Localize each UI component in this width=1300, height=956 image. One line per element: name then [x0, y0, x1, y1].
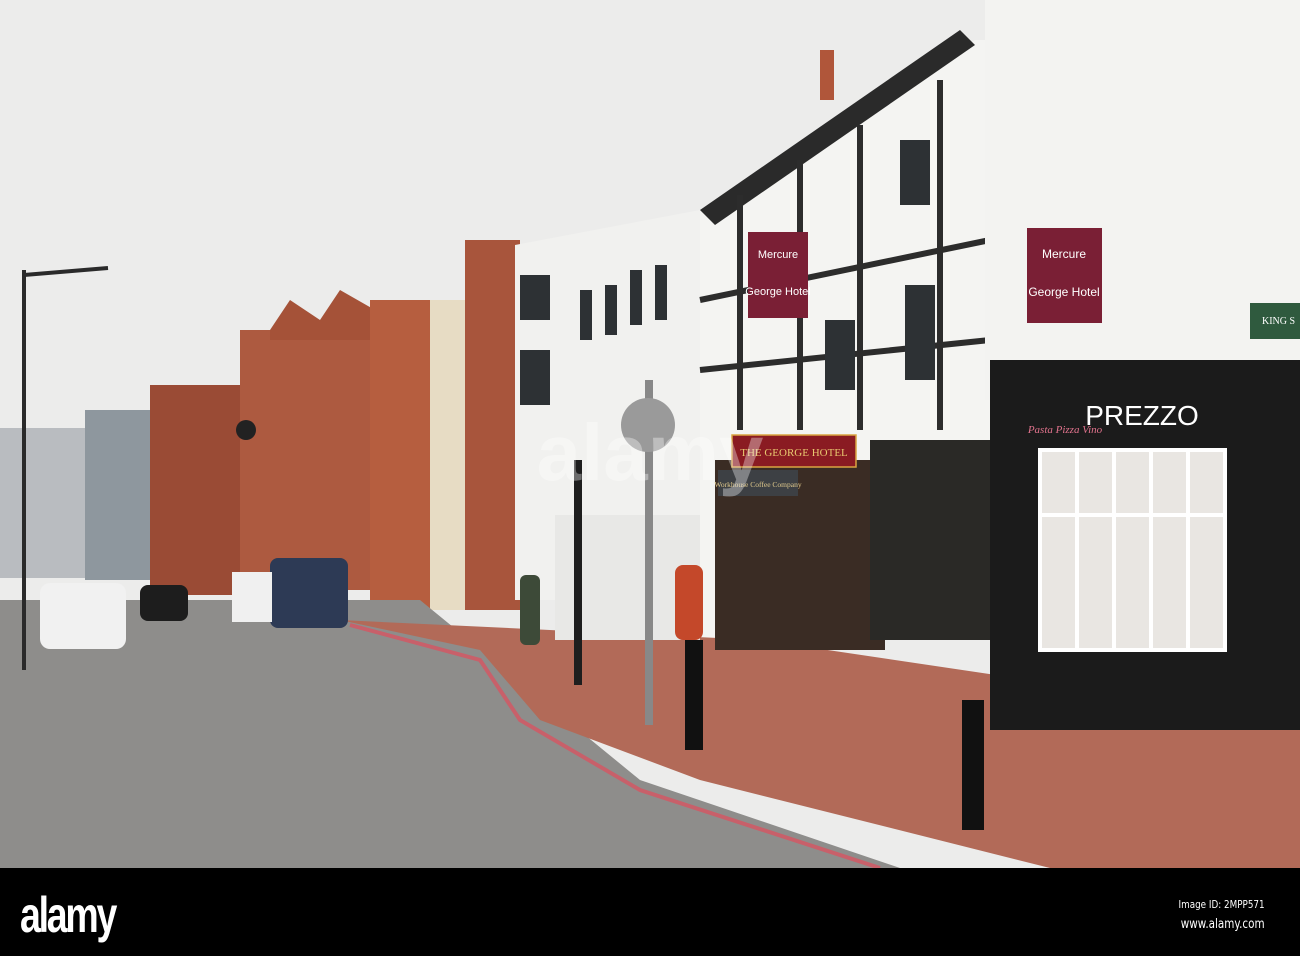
chimney [820, 50, 834, 100]
mercure-wall-hotel: George Hotel [1028, 285, 1099, 299]
street-lamp-pole [22, 270, 26, 670]
clock-icon [236, 420, 256, 440]
mercure-wall-brand: Mercure [1042, 247, 1086, 261]
prezzo-window [1038, 448, 1227, 652]
mercure-sign-brand: Mercure [758, 249, 798, 261]
site-url[interactable]: www.alamy.com [1179, 917, 1265, 932]
bay-window-shop [870, 440, 1000, 640]
mercure-sign-hotel: George Hotel [745, 286, 810, 298]
brick-building-tall [465, 240, 520, 610]
bollard [685, 640, 703, 750]
brick-building-clock [240, 330, 375, 590]
pedestrian [675, 565, 703, 640]
image-meta: Image ID: 2MPP571 www.alamy.com [1157, 898, 1265, 932]
street-name-text: KING S [1262, 316, 1295, 327]
cream-tower [430, 300, 470, 610]
white-suv [40, 583, 126, 649]
pedestrian [520, 575, 540, 645]
right-white-building [985, 0, 1300, 400]
van [270, 558, 348, 628]
bollard [962, 700, 984, 830]
alamy-logo[interactable]: alamy [20, 886, 117, 944]
brick-building-gable [370, 300, 435, 610]
watermark: alamy [537, 408, 764, 497]
taxi [140, 585, 188, 621]
distant-building [85, 410, 155, 580]
brick-building-left [150, 385, 245, 595]
mercure-sign-wall [1027, 228, 1102, 323]
street-photo: Mercure George Hotel Mercure George Hote… [0, 0, 1300, 868]
image-id: Image ID: 2MPP571 [1178, 898, 1265, 911]
truck [232, 572, 272, 622]
mercure-sign-hanging [748, 232, 808, 318]
footer-bar: alamy Image ID: 2MPP571 www.alamy.com [0, 868, 1300, 956]
prezzo-logo: PREZZO [1085, 400, 1199, 431]
